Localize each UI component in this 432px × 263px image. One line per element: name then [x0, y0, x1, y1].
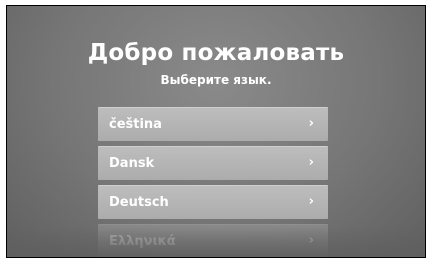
chevron-right-icon: › — [308, 194, 314, 209]
page-subtitle: Выберите язык. — [160, 73, 272, 87]
chevron-right-icon: › — [308, 116, 314, 131]
language-label: čeština — [109, 117, 162, 132]
language-label: Dansk — [109, 156, 155, 171]
language-item-cestina[interactable]: čeština › — [98, 107, 328, 141]
language-item-dansk[interactable]: Dansk › — [98, 146, 328, 180]
chevron-right-icon: › — [308, 233, 314, 248]
welcome-screen: Добро пожаловать Выберите язык. čeština … — [6, 5, 426, 258]
language-item-deutsch[interactable]: Deutsch › — [98, 185, 328, 219]
language-item-ellinika[interactable]: Ελληνικά › — [98, 224, 328, 257]
language-label: Deutsch — [109, 195, 169, 210]
language-label: Ελληνικά — [109, 234, 176, 249]
chevron-right-icon: › — [308, 155, 314, 170]
language-list: čeština › Dansk › Deutsch › Ελληνικά › — [98, 107, 328, 257]
page-title: Добро пожаловать — [87, 40, 345, 66]
